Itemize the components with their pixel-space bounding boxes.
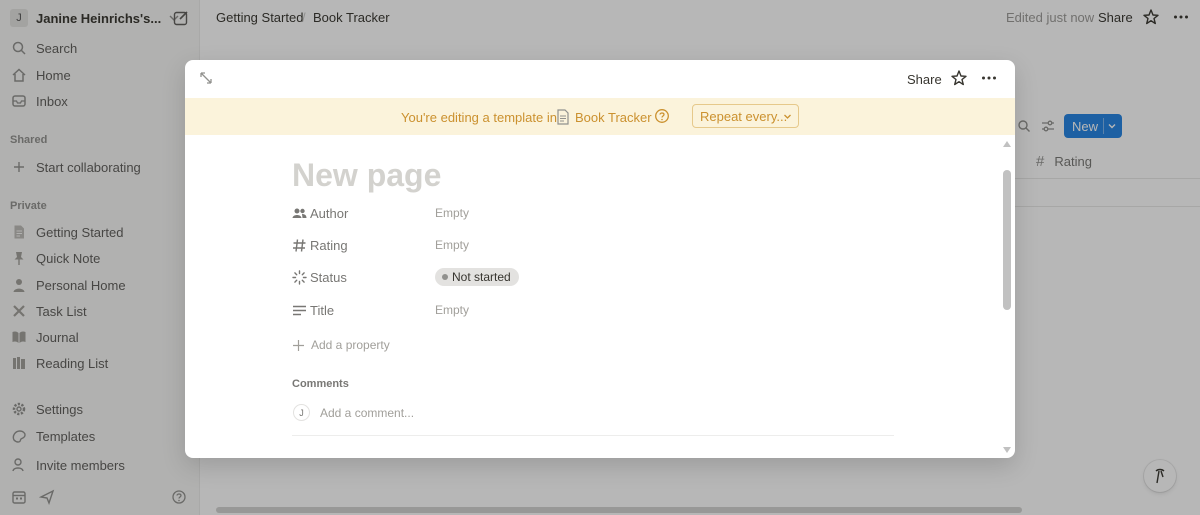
status-label: Not started: [452, 270, 511, 284]
add-property-label: Add a property: [311, 338, 390, 352]
template-banner: You're editing a template in Book Tracke…: [185, 98, 1015, 135]
property-author: Author Empty: [292, 203, 792, 225]
status-pill[interactable]: Not started: [435, 268, 519, 286]
property-rating: Rating Empty: [292, 235, 792, 257]
comment-divider: [292, 435, 894, 436]
property-name[interactable]: Status: [310, 270, 347, 285]
repeat-dropdown[interactable]: Repeat every...: [692, 104, 799, 128]
scrollbar-thumb[interactable]: [1003, 170, 1011, 310]
text-lines-icon: [293, 305, 306, 316]
avatar: J: [293, 404, 310, 421]
comments-heading: Comments: [292, 378, 349, 390]
property-value[interactable]: Empty: [435, 303, 469, 317]
page-modal: Share You're editing a template in Book …: [185, 60, 1015, 458]
scroll-down-arrow-icon[interactable]: [1003, 446, 1011, 454]
hash-icon: [293, 239, 306, 252]
chevron-down-icon: [784, 114, 791, 119]
people-icon: [292, 208, 307, 218]
property-name[interactable]: Author: [310, 206, 348, 221]
star-icon[interactable]: [950, 69, 968, 87]
property-status: Status Not started: [292, 267, 792, 289]
expand-icon[interactable]: [199, 71, 213, 85]
property-title: Title Empty: [292, 300, 792, 322]
template-banner-text: You're editing a template in: [401, 110, 557, 125]
modal-share-button[interactable]: Share: [907, 72, 942, 87]
add-property-button[interactable]: Add a property: [292, 335, 390, 355]
page-title-placeholder[interactable]: New page: [292, 157, 441, 194]
property-value[interactable]: Empty: [435, 206, 469, 220]
document-icon: [557, 109, 569, 125]
scroll-up-arrow-icon[interactable]: [1003, 140, 1011, 148]
question-icon[interactable]: [654, 108, 670, 124]
template-database-link[interactable]: Book Tracker: [575, 110, 652, 125]
more-icon[interactable]: [980, 69, 998, 87]
plus-icon: [293, 339, 304, 351]
status-icon: [292, 270, 307, 285]
repeat-dropdown-label: Repeat every...: [700, 108, 788, 124]
property-name[interactable]: Rating: [310, 238, 348, 253]
property-value[interactable]: Empty: [435, 238, 469, 252]
status-dot: [442, 274, 448, 280]
property-name[interactable]: Title: [310, 303, 334, 318]
comment-input[interactable]: Add a comment...: [320, 406, 414, 420]
